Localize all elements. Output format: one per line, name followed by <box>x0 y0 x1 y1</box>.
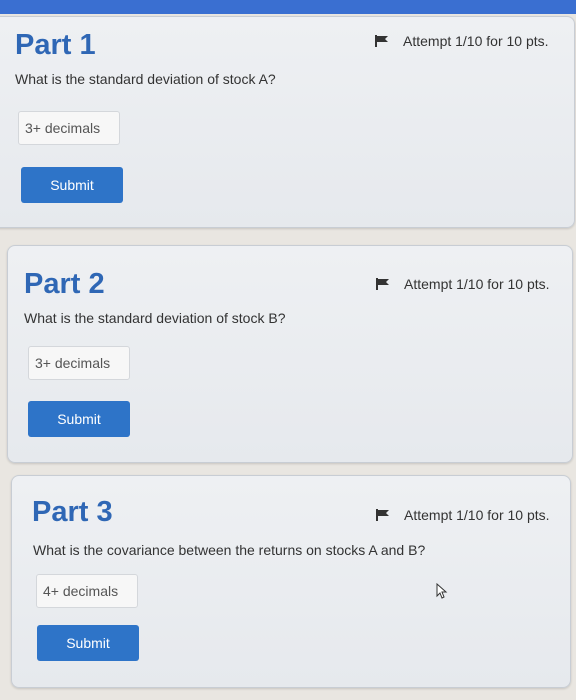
attempt-label: Attempt 1/10 for 10 pts. <box>403 33 549 49</box>
flag-icon <box>376 278 389 290</box>
flag-icon <box>376 509 389 521</box>
part-2-answer-input[interactable] <box>28 346 130 380</box>
part-2-title: Part 2 <box>24 268 105 300</box>
part-3-submit-button[interactable]: Submit <box>37 625 139 661</box>
part-3-card: Part 3 Attempt 1/10 for 10 pts. What is … <box>11 475 571 688</box>
part-1-card: Part 1 Attempt 1/10 for 10 pts. What is … <box>0 16 575 228</box>
part-1-answer-input[interactable] <box>18 111 120 145</box>
attempt-label: Attempt 1/10 for 10 pts. <box>404 276 550 292</box>
flag-icon <box>375 35 388 47</box>
top-bar <box>0 0 576 14</box>
part-3-question: What is the covariance between the retur… <box>33 542 426 558</box>
part-1-title: Part 1 <box>15 29 96 61</box>
part-2-card: Part 2 Attempt 1/10 for 10 pts. What is … <box>7 245 573 463</box>
part-1-attempt: Attempt 1/10 for 10 pts. <box>375 33 549 49</box>
part-2-question: What is the standard deviation of stock … <box>24 310 286 326</box>
part-2-attempt: Attempt 1/10 for 10 pts. <box>376 276 550 292</box>
part-1-question: What is the standard deviation of stock … <box>15 71 276 87</box>
part-1-submit-button[interactable]: Submit <box>21 167 123 203</box>
part-3-attempt: Attempt 1/10 for 10 pts. <box>376 507 550 523</box>
part-3-title: Part 3 <box>32 496 113 528</box>
attempt-label: Attempt 1/10 for 10 pts. <box>404 507 550 523</box>
mouse-pointer-icon <box>436 583 448 599</box>
part-2-submit-button[interactable]: Submit <box>28 401 130 437</box>
part-3-answer-input[interactable] <box>36 574 138 608</box>
